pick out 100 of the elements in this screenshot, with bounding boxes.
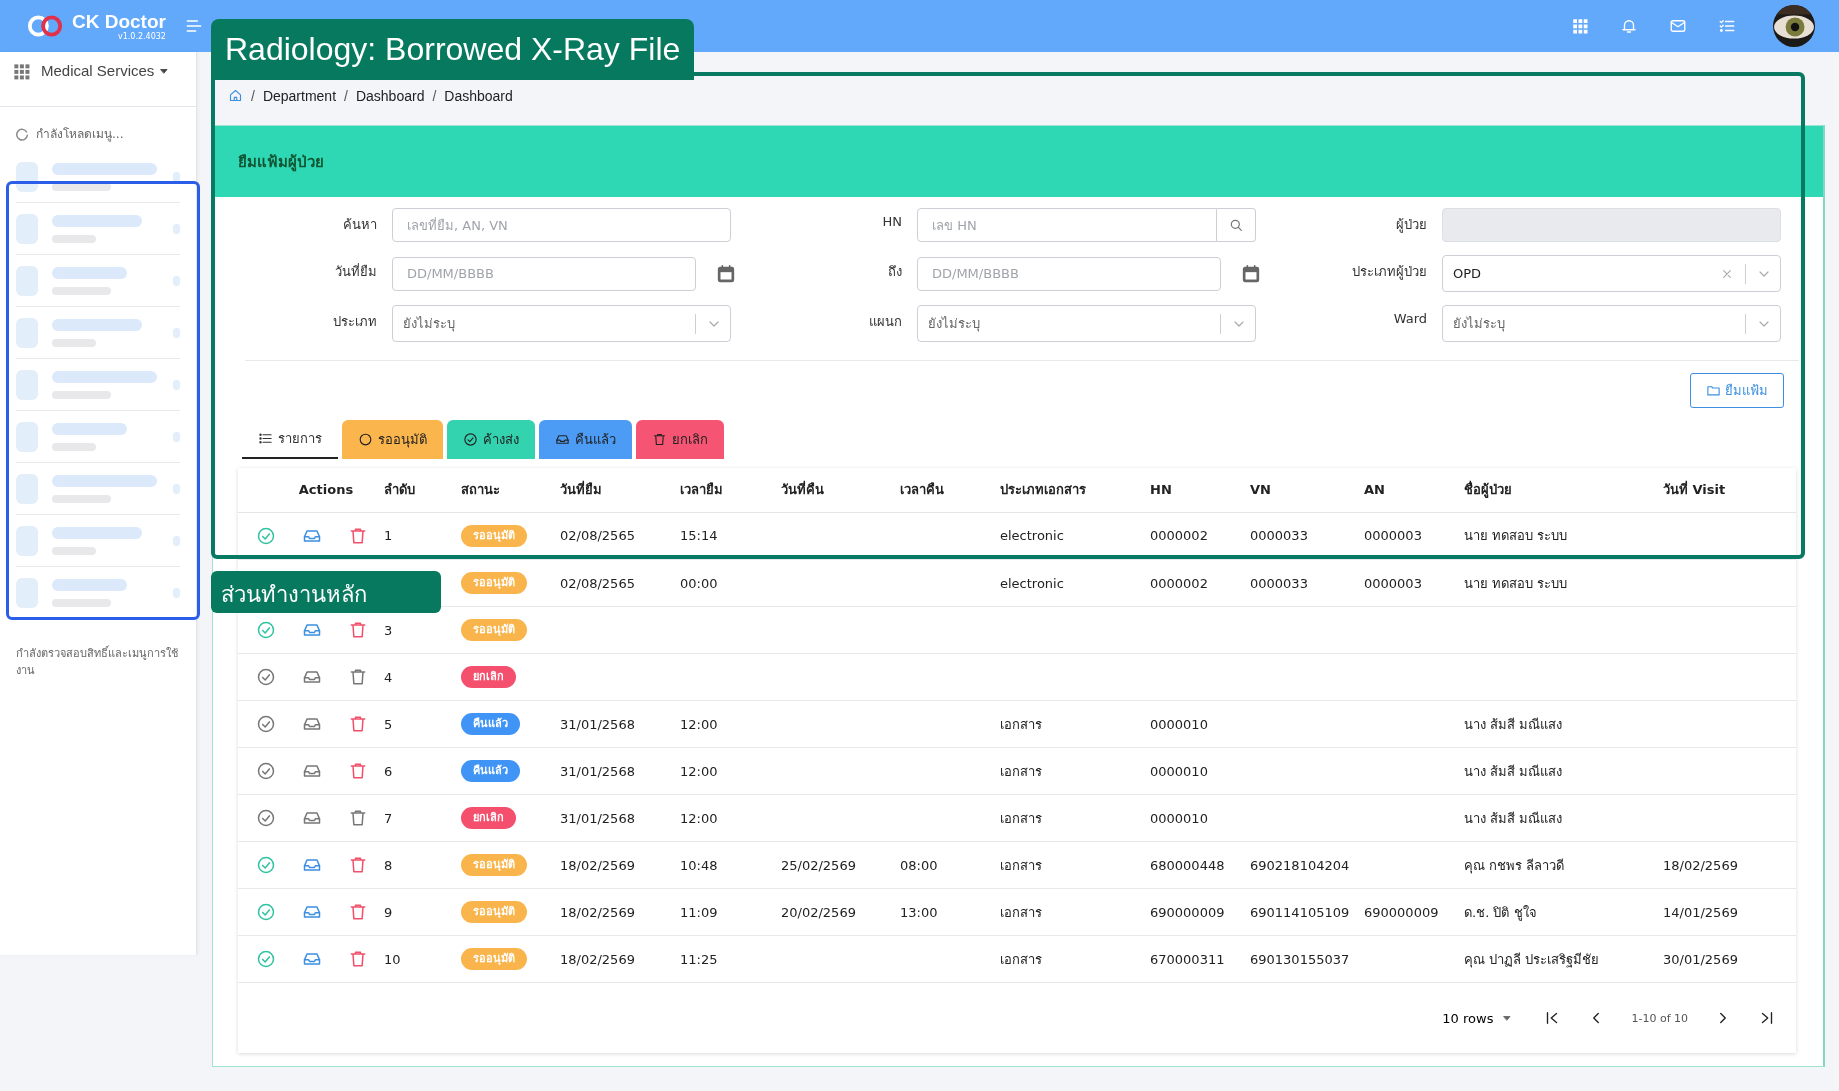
breadcrumb-link[interactable]: Dashboard xyxy=(444,87,513,104)
status-text: กำลังตรวจสอบสิทธิ์และเมนูการใช้งาน xyxy=(15,645,179,679)
skeleton-block xyxy=(16,369,38,400)
module-dropdown[interactable]: Medical Services xyxy=(41,62,171,79)
table-cell: นาง ส้มสี มณีแสง xyxy=(1464,763,1563,779)
tab[interactable]: ยกเลิก xyxy=(636,420,724,459)
select-field[interactable]: ยังไม่ระบุ xyxy=(917,305,1256,342)
table-cell: 00:00 xyxy=(680,575,718,591)
table-cell: 10:48 xyxy=(680,857,718,873)
calendar-icon[interactable] xyxy=(1240,262,1262,285)
skeleton-block xyxy=(16,213,38,244)
hn-field[interactable]: เลข HN xyxy=(917,208,1217,242)
home-icon[interactable] xyxy=(228,88,243,103)
table-cell: 7 xyxy=(384,810,393,826)
column-header: วันที่คืน xyxy=(781,468,900,512)
table-cell: 0000003 xyxy=(1364,575,1422,591)
table-cell: 12:00 xyxy=(680,716,718,732)
breadcrumb-link[interactable]: Department xyxy=(262,87,337,104)
date-field[interactable]: DD/MM/BBBB xyxy=(917,256,1221,291)
select-field[interactable]: ยังไม่ระบุ xyxy=(392,305,731,342)
field-label: ถึง xyxy=(887,263,902,281)
separator: / xyxy=(251,87,255,104)
status-badge: รออนุมัติ xyxy=(461,901,527,923)
table-cell: 02/08/2565 xyxy=(560,575,635,591)
tab[interactable]: รายการ xyxy=(242,420,338,459)
column-header: วันที่ Visit xyxy=(1663,468,1796,512)
field-label: วันที่ยืม xyxy=(334,262,377,281)
table-cell: 0000002 xyxy=(1150,575,1208,591)
table-cell: 31/01/2568 xyxy=(560,763,635,779)
table-cell: 690000009 xyxy=(1364,904,1439,920)
status-badge: ยกเลิก xyxy=(461,666,516,688)
table-cell: 13:00 xyxy=(900,904,938,920)
status-badge: รออนุมัติ xyxy=(461,572,527,594)
skeleton-block xyxy=(16,577,38,608)
check-circle-icon[interactable] xyxy=(256,760,276,781)
field-label: แผนก xyxy=(868,313,902,331)
check-circle-icon[interactable] xyxy=(256,666,276,687)
tab[interactable]: รออนุมัติ xyxy=(342,420,443,459)
select-value: OPD xyxy=(1453,266,1483,281)
borrow-button[interactable]: ยืมแฟ้ม xyxy=(1690,373,1784,408)
status-badge: รออนุมัติ xyxy=(461,854,527,876)
table-cell: 18/02/2569 xyxy=(1663,857,1738,873)
status-badge: คืนแล้ว xyxy=(461,760,520,782)
table-cell: นาง ส้มสี มณีแสง xyxy=(1464,810,1563,826)
panel-title: ยืมแฟ้มผู้ป่วย xyxy=(238,151,324,174)
table-cell: electronic xyxy=(1000,575,1064,591)
tab[interactable]: คืนแล้ว xyxy=(539,420,632,459)
select-placeholder: ยังไม่ระบุ xyxy=(1453,315,1506,334)
column-header: สถานะ xyxy=(461,468,560,512)
date-field[interactable]: DD/MM/BBBB xyxy=(392,256,696,291)
select-field[interactable]: ยังไม่ระบุ xyxy=(1442,305,1781,342)
rows-per-page-dropdown[interactable]: 10 rows xyxy=(1442,1010,1514,1026)
search-field[interactable]: เลขที่ยืม, AN, VN xyxy=(392,208,731,242)
check-circle-icon[interactable] xyxy=(256,713,276,734)
column-header: AN xyxy=(1364,468,1464,512)
table-cell: 0000033 xyxy=(1250,528,1308,544)
table-cell: 5 xyxy=(384,716,393,732)
apps-icon[interactable] xyxy=(12,62,31,81)
status-badge: รออนุมัติ xyxy=(461,948,527,970)
apps-icon[interactable] xyxy=(1571,17,1589,35)
status-badge: รออนุมัติ xyxy=(461,619,527,641)
list-icon xyxy=(258,431,273,446)
table-cell: ด.ช. ปิติ ชูใจ xyxy=(1464,904,1537,920)
breadcrumb-link[interactable]: Dashboard xyxy=(355,87,425,104)
table-cell: 18/02/2569 xyxy=(560,857,635,873)
table-cell: 690114105109 xyxy=(1250,904,1350,920)
check-circle-icon[interactable] xyxy=(256,948,276,969)
table-cell: 20/02/2569 xyxy=(781,904,856,920)
check-circle-icon[interactable] xyxy=(256,525,276,546)
table-cell: 18/02/2569 xyxy=(560,904,635,920)
table-cell: นาย ทดสอบ ระบบ xyxy=(1464,528,1568,544)
field-label: ประเภทผู้ป่วย xyxy=(1351,263,1427,282)
column-header: เวลายืม xyxy=(680,468,781,512)
field-label: HN xyxy=(881,213,902,229)
table-cell: 4 xyxy=(384,669,393,685)
table-cell: 12:00 xyxy=(680,763,718,779)
tab[interactable]: ค้างส่ง xyxy=(447,420,535,459)
select-field[interactable]: OPD xyxy=(1442,255,1781,292)
checklist-icon[interactable] xyxy=(1718,17,1736,35)
field-label: ผู้ป่วย xyxy=(1395,216,1427,235)
column-header: ชื่อผู้ป่วย xyxy=(1464,468,1663,512)
select-placeholder: ยังไม่ระบุ xyxy=(403,315,456,334)
notification-icon[interactable] xyxy=(1620,17,1638,35)
check-circle-icon[interactable] xyxy=(256,854,276,875)
check-circle-icon[interactable] xyxy=(256,619,276,640)
mail-icon[interactable] xyxy=(1669,17,1687,35)
table-cell: 0000010 xyxy=(1150,763,1208,779)
skeleton-block xyxy=(16,317,38,348)
table-cell: 1 xyxy=(384,528,393,544)
column-header: เวลาคืน xyxy=(900,468,1000,512)
skeleton-block xyxy=(16,265,38,296)
check-circle-icon[interactable] xyxy=(256,901,276,922)
circle-icon xyxy=(358,432,373,447)
check-circle-icon[interactable] xyxy=(256,807,276,828)
table-cell: 31/01/2568 xyxy=(560,810,635,826)
version-text: v1.0.2.4032 xyxy=(117,31,166,41)
calendar-icon[interactable] xyxy=(715,262,737,285)
search-button[interactable] xyxy=(1217,208,1256,242)
table-cell: 0000002 xyxy=(1150,528,1208,544)
table-cell: 670000311 xyxy=(1150,951,1225,967)
